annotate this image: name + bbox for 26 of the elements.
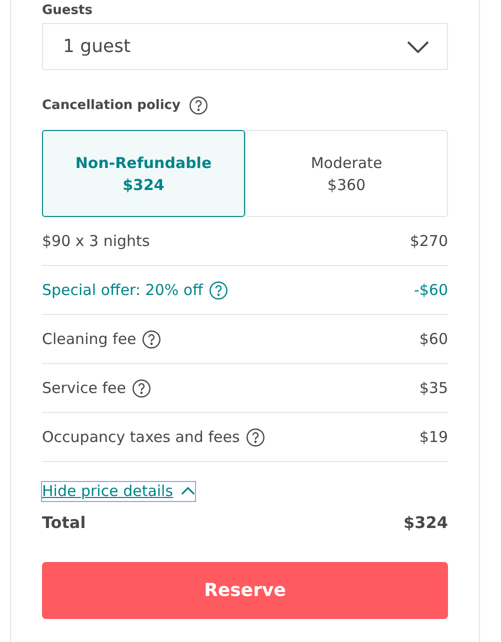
- line-item-amount: $270: [410, 232, 448, 250]
- cancellation-policy-label: Cancellation policy: [42, 98, 180, 113]
- total-label: Total: [42, 513, 86, 532]
- line-item-label: Special offer: 20% off: [42, 281, 203, 299]
- total-amount: $324: [403, 513, 448, 532]
- chevron-up-icon: [181, 487, 196, 495]
- reserve-button[interactable]: Reserve: [42, 562, 448, 619]
- hide-price-details-link[interactable]: Hide price details: [42, 482, 196, 501]
- line-item-label: Cleaning fee: [42, 330, 136, 348]
- help-icon[interactable]: [246, 428, 265, 446]
- chevron-down-icon: [407, 40, 429, 52]
- help-icon[interactable]: [208, 280, 228, 300]
- line-item-label: Service fee: [42, 379, 126, 397]
- help-icon[interactable]: [188, 96, 208, 115]
- line-item-amount: $35: [419, 379, 448, 397]
- help-icon[interactable]: [142, 330, 162, 348]
- guests-select[interactable]: 1 guest: [42, 23, 448, 70]
- line-item-label: Occupancy taxes and fees: [42, 428, 240, 446]
- policy-option[interactable]: Non-Refundable $324: [42, 130, 245, 217]
- help-icon[interactable]: [132, 378, 151, 398]
- line-item-amount: $60: [419, 330, 448, 348]
- guests-label: Guests: [42, 3, 94, 18]
- line-item-label: $90 x 3 nights: [42, 232, 150, 250]
- line-item-amount: -$60: [414, 281, 448, 299]
- line-item-amount: $19: [419, 428, 448, 446]
- policy-option[interactable]: Moderate $360: [245, 130, 448, 217]
